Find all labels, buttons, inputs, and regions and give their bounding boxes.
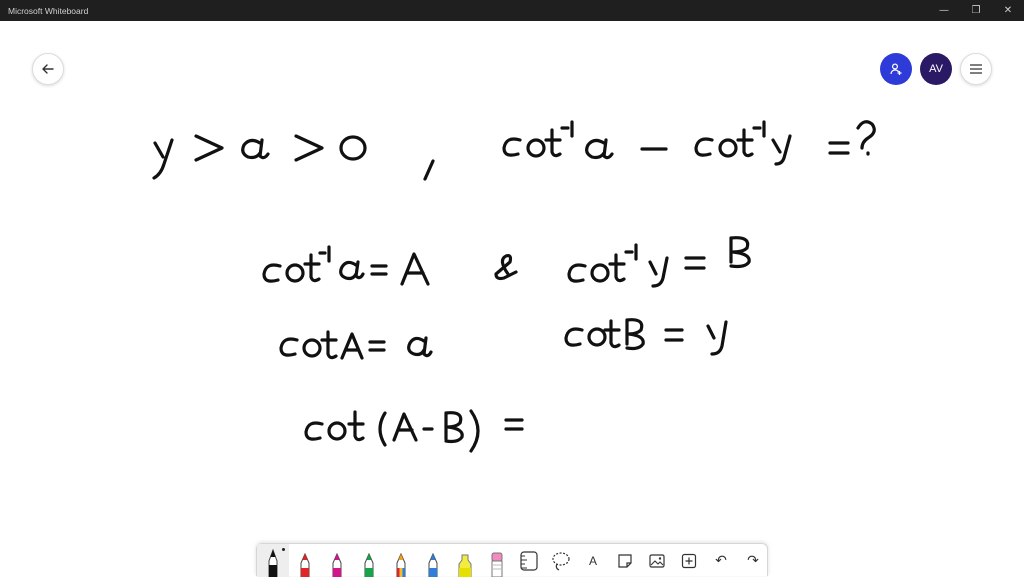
pen-black-tool[interactable] <box>257 544 289 577</box>
pen-blue-tool[interactable] <box>417 544 449 577</box>
highlighter-yellow-icon <box>458 554 472 577</box>
title-bar: Microsoft Whiteboard — ❐ ✕ <box>0 0 1024 21</box>
pen-magenta-icon <box>332 553 342 577</box>
text-tool[interactable]: A <box>577 544 609 577</box>
pen-magenta-tool[interactable] <box>321 544 353 577</box>
ruler-icon <box>520 550 538 571</box>
undo-button[interactable]: ↶ <box>705 544 737 577</box>
text-icon: A <box>588 553 597 568</box>
pen-blue-icon <box>428 553 438 577</box>
lasso-icon <box>552 551 570 571</box>
add-icon <box>681 553 697 568</box>
pen-red-icon <box>300 553 310 577</box>
pen-rainbow-icon <box>396 553 406 577</box>
pen-red-tool[interactable] <box>289 544 321 577</box>
lasso-tool[interactable] <box>545 544 577 577</box>
whiteboard-canvas[interactable] <box>0 21 1024 541</box>
ink-line-3-right <box>564 318 728 356</box>
pen-green-icon <box>364 553 374 577</box>
undo-icon: ↶ <box>715 552 727 569</box>
ink-toolbar: A ↶ ↷ <box>256 543 769 577</box>
window-controls: — ❐ ✕ <box>928 0 1024 21</box>
ink-line-2 <box>262 236 751 288</box>
pen-green-tool[interactable] <box>353 544 385 577</box>
image-tool[interactable] <box>641 544 673 577</box>
ink-line-4 <box>304 409 524 453</box>
sticky-note-tool[interactable] <box>609 544 641 577</box>
redo-button[interactable]: ↷ <box>737 544 769 577</box>
ink-line-1 <box>152 120 876 181</box>
close-button[interactable]: ✕ <box>992 0 1024 21</box>
minimize-button[interactable]: — <box>928 0 960 21</box>
pen-rainbow-tool[interactable] <box>385 544 417 577</box>
redo-icon: ↷ <box>747 552 759 569</box>
active-indicator <box>282 548 285 551</box>
add-tool[interactable] <box>673 544 705 577</box>
highlighter-yellow-tool[interactable] <box>449 544 481 577</box>
pen-black-icon <box>268 549 278 577</box>
restore-button[interactable]: ❐ <box>960 0 992 21</box>
sticky-note-icon <box>618 553 632 568</box>
window-title: Microsoft Whiteboard <box>8 5 89 16</box>
ruler-tool[interactable] <box>513 544 545 577</box>
ink-line-3-left <box>279 330 433 360</box>
eraser-icon <box>491 552 503 577</box>
image-icon <box>649 553 665 568</box>
eraser-tool[interactable] <box>481 544 513 577</box>
